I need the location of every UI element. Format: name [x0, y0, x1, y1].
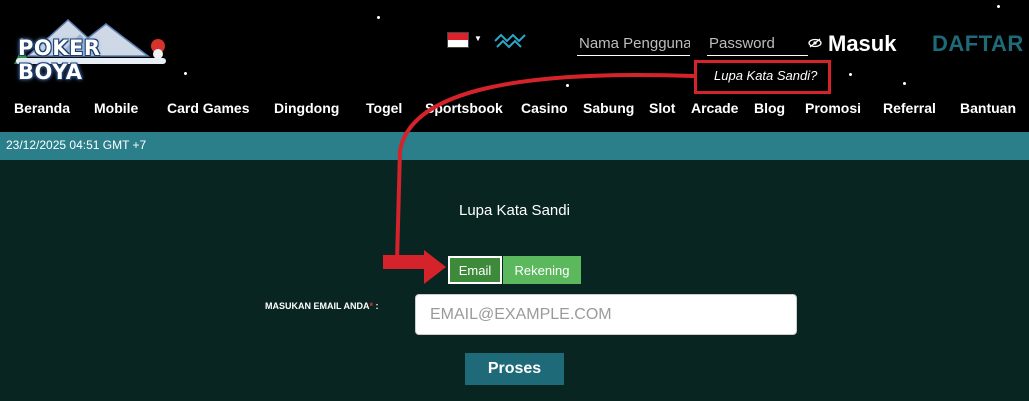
server-datetime: 23/12/2025 04:51 GMT +7	[6, 138, 147, 152]
username-input[interactable]	[577, 32, 690, 56]
promo-badge-icon[interactable]	[493, 31, 527, 51]
snow-star	[849, 73, 852, 76]
date-bar: 23/12/2025 04:51 GMT +7	[0, 132, 1029, 160]
nav-item-casino[interactable]: Casino	[521, 100, 568, 116]
nav-item-referral[interactable]: Referral	[883, 100, 936, 116]
nav-item-dingdong[interactable]: Dingdong	[274, 100, 339, 116]
email-input[interactable]	[415, 294, 797, 335]
site-header: POKER BOYA ▼ Masuk DAFTAR Lupa Kata Sand…	[0, 0, 1029, 94]
nav-item-beranda[interactable]: Beranda	[14, 100, 70, 116]
tab-rekening[interactable]: Rekening	[503, 256, 581, 284]
nav-item-blog[interactable]: Blog	[754, 100, 785, 116]
indonesia-flag-icon[interactable]	[447, 32, 469, 48]
register-button[interactable]: DAFTAR	[932, 31, 1024, 57]
nav-item-promosi[interactable]: Promosi	[805, 100, 861, 116]
snow-star	[997, 5, 1000, 8]
snow-star	[903, 82, 906, 85]
site-logo[interactable]: POKER BOYA	[8, 14, 170, 84]
login-button[interactable]: Masuk	[828, 31, 896, 57]
snow-star	[377, 16, 380, 19]
submit-button[interactable]: Proses	[465, 353, 564, 385]
nav-item-bantuan[interactable]: Bantuan	[960, 100, 1016, 116]
nav-item-mobile[interactable]: Mobile	[94, 100, 138, 116]
nav-item-sabung[interactable]: Sabung	[583, 100, 634, 116]
nav-item-slot[interactable]: Slot	[649, 100, 675, 116]
nav-item-sportsbook[interactable]: Sportsbook	[425, 100, 503, 116]
email-field-label: MASUKAN EMAIL ANDA* :	[265, 301, 379, 311]
snow-star	[184, 72, 187, 75]
nav-item-arcade[interactable]: Arcade	[691, 100, 738, 116]
caret-down-icon[interactable]: ▼	[474, 34, 482, 43]
eye-off-icon[interactable]	[808, 38, 822, 48]
nav-item-card-games[interactable]: Card Games	[167, 100, 249, 116]
annotation-highlight-box	[694, 60, 831, 94]
nav-item-togel[interactable]: Togel	[366, 100, 402, 116]
main-nav: Beranda Mobile Card Games Dingdong Togel…	[0, 92, 1029, 126]
password-input[interactable]	[707, 32, 808, 56]
tab-email[interactable]: Email	[448, 256, 502, 284]
logo-text: POKER BOYA	[18, 36, 101, 84]
forgot-password-panel: Lupa Kata Sandi Email Rekening MASUKAN E…	[0, 160, 1029, 401]
page-title: Lupa Kata Sandi	[459, 202, 570, 219]
snow-star	[566, 84, 569, 87]
